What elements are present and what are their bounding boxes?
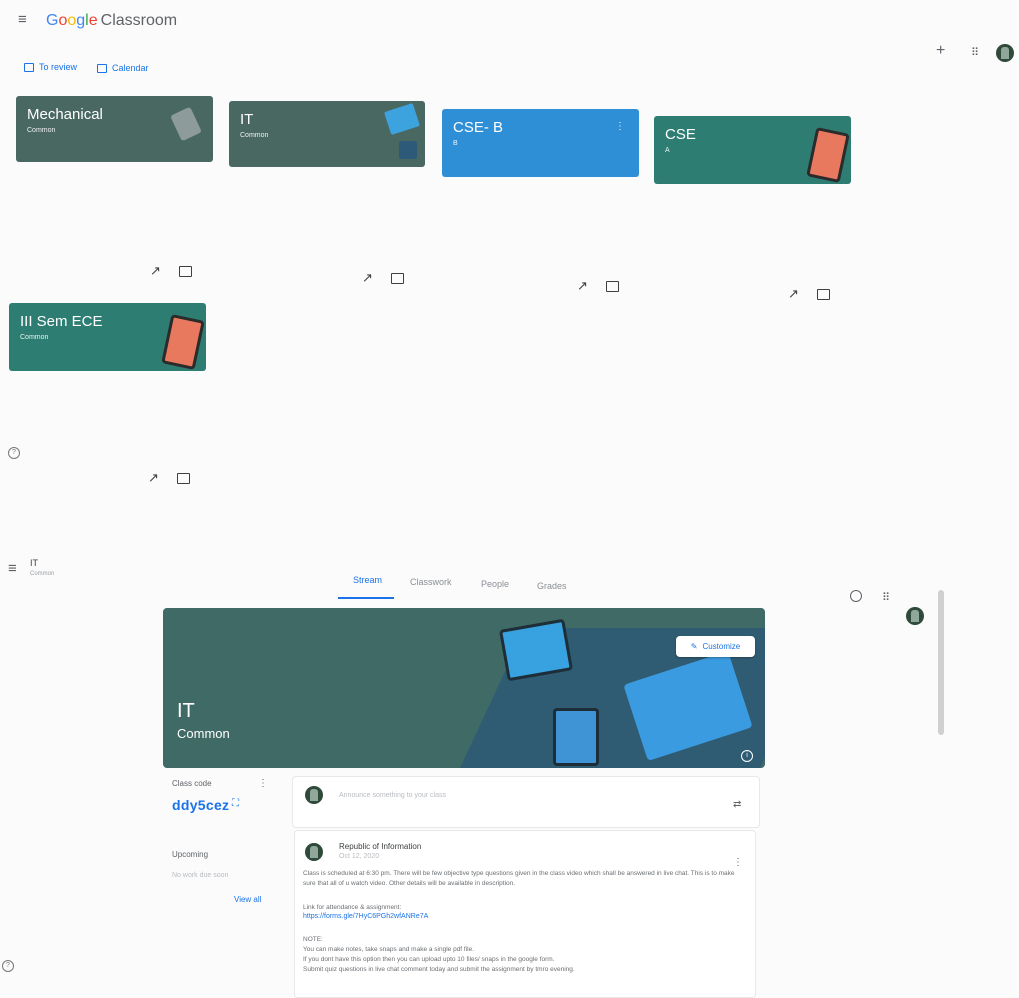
repost-icon[interactable]: ⇄ — [733, 799, 741, 810]
folder-icon[interactable] — [178, 265, 192, 277]
phone-illustration — [553, 708, 599, 766]
card-title: CSE — [665, 126, 696, 143]
card-illustration — [399, 141, 417, 159]
apps-grid-icon[interactable]: ⠿ — [971, 46, 979, 59]
card-actions-it: ↗ — [362, 270, 404, 286]
card-section: Common — [20, 334, 49, 341]
card-section: Common — [27, 127, 56, 134]
settings-gear-icon[interactable] — [850, 590, 862, 602]
class-card-it[interactable]: IT Common — [229, 101, 425, 167]
help-icon[interactable]: ? — [8, 447, 20, 459]
tab-grades[interactable]: Grades — [537, 581, 567, 591]
card-actions-cse: ↗ — [788, 286, 830, 302]
trending-icon[interactable]: ↗ — [788, 286, 799, 302]
card-actions-mechanical: ↗ — [150, 263, 192, 279]
account-avatar[interactable] — [996, 44, 1014, 62]
card-actions-cse-b: ↗ — [577, 278, 619, 294]
post-note-line: If you dont have this option then you ca… — [303, 956, 555, 963]
class-code: ddy5cez — [172, 797, 230, 813]
fullscreen-icon[interactable]: ⛶ — [232, 798, 239, 809]
announce-box[interactable]: Announce something to your class ⇄ — [292, 776, 760, 828]
tab-classwork[interactable]: Classwork — [410, 577, 452, 587]
class-card-mechanical[interactable]: Mechanical Common — [16, 96, 213, 162]
post-note: NOTE: — [303, 936, 323, 943]
author-avatar — [305, 843, 323, 861]
class-code-label: Class code — [172, 779, 212, 788]
announce-input[interactable]: Announce something to your class — [339, 792, 446, 799]
card-section: B — [453, 140, 458, 147]
pencil-icon: ✎ — [690, 642, 698, 651]
scrollbar[interactable] — [938, 590, 944, 735]
trending-icon[interactable]: ↗ — [150, 263, 161, 279]
trending-icon[interactable]: ↗ — [362, 270, 373, 286]
main-menu-icon[interactable]: ≡ — [18, 11, 27, 28]
card-title: III Sem ECE — [20, 313, 103, 330]
brand-classroom: Classroom — [100, 12, 178, 29]
trending-icon[interactable]: ↗ — [577, 278, 588, 294]
class-code-more-icon[interactable]: ⋮ — [258, 778, 268, 789]
card-title: CSE- B — [453, 119, 504, 136]
calendar-link[interactable]: Calendar — [97, 63, 149, 73]
account-avatar[interactable] — [906, 607, 924, 625]
trending-icon[interactable]: ↗ — [148, 470, 159, 486]
upcoming-label: Upcoming — [172, 850, 209, 859]
tab-stream[interactable]: Stream — [353, 575, 382, 585]
post-author: Republic of Information — [339, 842, 422, 851]
active-tab-indicator — [338, 597, 394, 599]
post-more-icon[interactable]: ⋮ — [733, 857, 743, 868]
folder-icon[interactable] — [176, 472, 190, 484]
view-all-link[interactable]: View all — [234, 895, 261, 904]
class-card-cse[interactable]: CSE A — [654, 116, 851, 184]
customize-button[interactable]: ✎ Customize — [676, 636, 755, 657]
class-banner: IT Common ✎ Customize i — [163, 608, 765, 768]
post-link[interactable]: https://forms.gle/7HyC6PGh2wfANRe7A — [303, 913, 428, 920]
post-link-label: Link for attendance & assignment: — [303, 904, 402, 911]
class-section: Common — [30, 571, 55, 577]
class-name: IT — [30, 558, 38, 568]
calendar-icon — [97, 63, 107, 73]
class-card-iii-sem-ece[interactable]: III Sem ECE Common — [9, 303, 206, 371]
post-note-line: You can make notes, take snaps and make … — [303, 946, 475, 953]
customize-label: Customize — [702, 642, 741, 651]
class-menu-icon[interactable]: ≡ — [8, 560, 17, 577]
info-icon[interactable]: i — [741, 750, 753, 762]
card-illustration — [384, 102, 420, 136]
post-note-line: Submit quiz questions in live chat comme… — [303, 966, 575, 973]
add-class-icon[interactable]: + — [936, 42, 945, 60]
folder-icon[interactable] — [605, 280, 619, 292]
to-review-link[interactable]: To review — [24, 62, 77, 72]
card-section: Common — [240, 132, 269, 139]
post-card: Republic of Information Oct 12, 2020 ⋮ C… — [294, 830, 756, 998]
card-more-icon[interactable]: ⋮ — [615, 121, 625, 132]
banner-title: IT — [177, 700, 195, 722]
help-icon[interactable]: ? — [2, 960, 14, 972]
card-illustration — [170, 106, 202, 142]
apps-grid-icon[interactable]: ⠿ — [882, 591, 890, 604]
folder-icon[interactable] — [390, 272, 404, 284]
card-illustration — [161, 314, 205, 370]
folder-review-icon — [24, 62, 34, 72]
card-section: A — [665, 147, 670, 154]
banner-subtitle: Common — [177, 726, 230, 741]
calendar-label: Calendar — [112, 63, 149, 73]
post-body: Class is scheduled at 6:30 pm. There wil… — [303, 870, 735, 887]
upcoming-empty: No work due soon — [172, 872, 229, 879]
app-logo[interactable]: Google Classroom — [46, 12, 177, 30]
card-title: Mechanical — [27, 106, 103, 123]
user-avatar — [305, 786, 323, 804]
tab-people[interactable]: People — [481, 579, 509, 589]
card-title: IT — [240, 111, 254, 128]
post-date: Oct 12, 2020 — [339, 853, 380, 860]
card-illustration — [806, 127, 850, 183]
card-actions-ece: ↗ — [148, 470, 190, 486]
brand-google: Google — [46, 12, 98, 29]
folder-icon[interactable] — [816, 288, 830, 300]
to-review-label: To review — [39, 62, 78, 72]
class-card-cse-b[interactable]: CSE- B B ⋮ — [442, 109, 639, 177]
